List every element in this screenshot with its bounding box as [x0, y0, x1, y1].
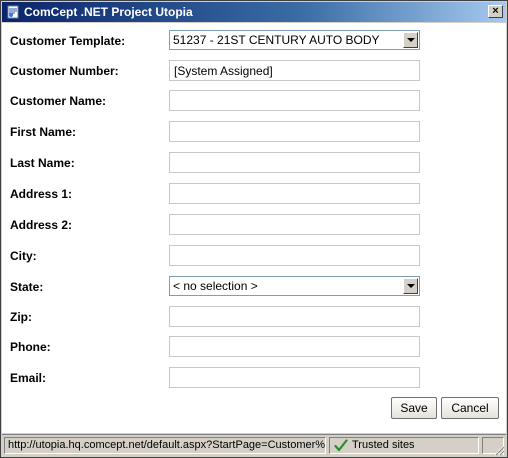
form-row-state: State: < no selection > — [2, 276, 506, 298]
address-2-label: Address 2: — [10, 218, 73, 232]
form-row-customer-name: Customer Name: — [2, 90, 506, 112]
last-name-field[interactable] — [169, 152, 420, 173]
window-title: ComCept .NET Project Utopia — [24, 5, 193, 19]
status-url: http://utopia.hq.comcept.net/default.asp… — [4, 437, 326, 454]
state-label: State: — [10, 280, 44, 294]
cancel-button[interactable]: Cancel — [441, 397, 499, 419]
email-label: Email: — [10, 371, 47, 385]
address-1-label: Address 1: — [10, 187, 73, 201]
chevron-down-icon[interactable] — [403, 278, 418, 294]
state-value: < no selection > — [173, 279, 258, 293]
ie-page-icon — [7, 5, 19, 19]
form-row-customer-template: Customer Template: 51237 - 21ST CENTURY … — [2, 30, 506, 52]
chevron-down-icon[interactable] — [403, 32, 418, 48]
address-1-field[interactable] — [169, 183, 420, 204]
form-row-city: City: — [2, 245, 506, 267]
save-button[interactable]: Save — [391, 397, 437, 419]
zip-field[interactable] — [169, 306, 420, 327]
form-row-address-1: Address 1: — [2, 183, 506, 205]
form-row-email: Email: — [2, 367, 506, 389]
dialog-window: ComCept .NET Project Utopia × Customer T… — [0, 0, 508, 458]
city-label: City: — [10, 249, 37, 263]
security-zone[interactable]: Trusted sites — [329, 437, 479, 454]
checkmark-icon — [334, 439, 348, 452]
customer-template-select[interactable]: 51237 - 21ST CENTURY AUTO BODY — [169, 30, 420, 50]
resize-grip-icon[interactable] — [493, 444, 505, 456]
customer-number-label: Customer Number: — [10, 64, 119, 78]
phone-label: Phone: — [10, 340, 51, 354]
status-bar: http://utopia.hq.comcept.net/default.asp… — [2, 434, 506, 457]
title-bar[interactable]: ComCept .NET Project Utopia × — [2, 2, 506, 22]
first-name-label: First Name: — [10, 125, 77, 139]
form-row-last-name: Last Name: — [2, 152, 506, 174]
customer-name-label: Customer Name: — [10, 94, 107, 108]
phone-field[interactable] — [169, 336, 420, 357]
customer-name-field[interactable] — [169, 90, 420, 111]
first-name-field[interactable] — [169, 121, 420, 142]
form-row-phone: Phone: — [2, 336, 506, 358]
zip-label: Zip: — [10, 310, 32, 324]
form-row-customer-number: Customer Number: — [2, 60, 506, 82]
customer-number-field[interactable] — [169, 60, 420, 81]
state-select[interactable]: < no selection > — [169, 276, 420, 296]
customer-template-value: 51237 - 21ST CENTURY AUTO BODY — [173, 33, 380, 47]
address-2-field[interactable] — [169, 214, 420, 235]
close-icon: × — [492, 5, 499, 17]
city-field[interactable] — [169, 245, 420, 266]
last-name-label: Last Name: — [10, 156, 75, 170]
form-row-address-2: Address 2: — [2, 214, 506, 236]
customer-template-label: Customer Template: — [10, 34, 126, 48]
customer-form: Customer Template: 51237 - 21ST CENTURY … — [2, 23, 506, 433]
email-field[interactable] — [169, 367, 420, 388]
security-zone-label: Trusted sites — [352, 439, 415, 451]
form-row-first-name: First Name: — [2, 121, 506, 143]
form-row-zip: Zip: — [2, 306, 506, 328]
close-button[interactable]: × — [488, 5, 503, 18]
